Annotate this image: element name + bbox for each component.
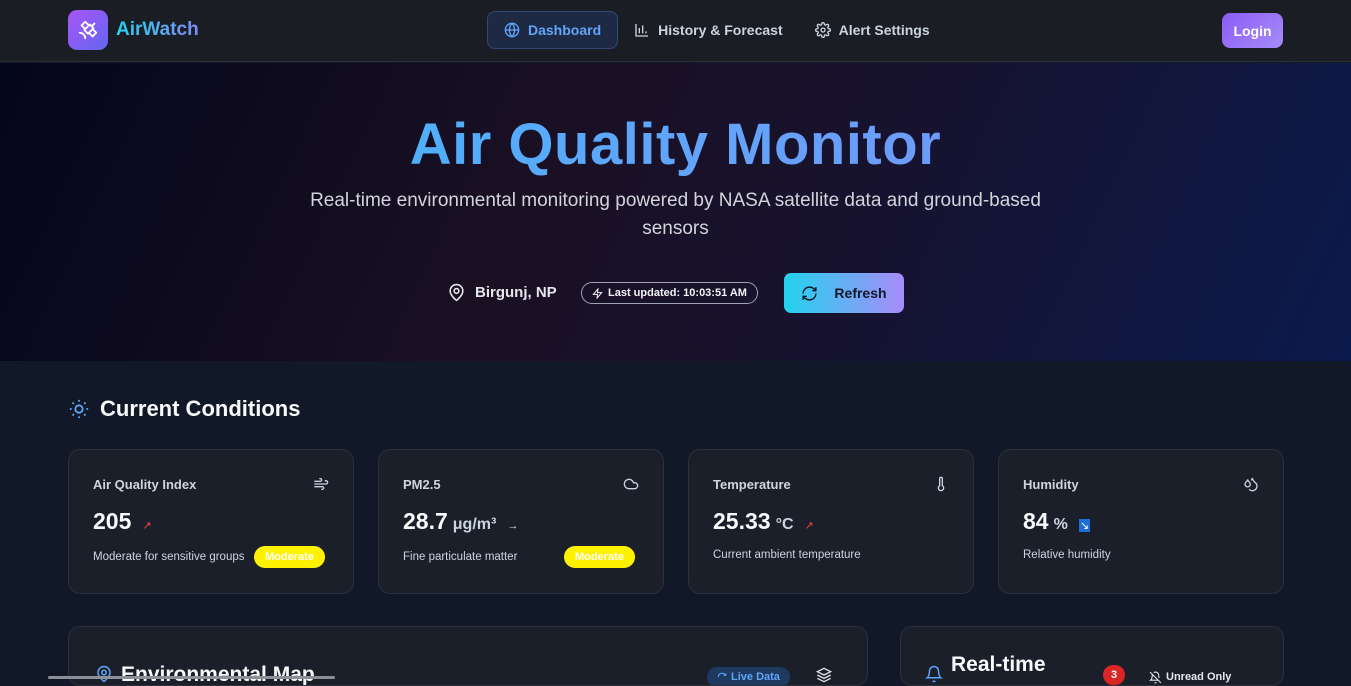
nav-dashboard[interactable]: Dashboard [487, 11, 619, 49]
aqi-value: 205 [93, 508, 132, 534]
card-value: 84 % ↘ [1023, 508, 1091, 535]
current-conditions-heading: Current Conditions [68, 396, 300, 422]
hero-controls: Birgunj, NP Last updated: 10:03:51 AM Re… [0, 273, 1351, 313]
card-description: Current ambient temperature [713, 549, 861, 561]
thermometer-icon [937, 476, 945, 492]
live-data-label: Live Data [731, 671, 780, 683]
login-button[interactable]: Login [1222, 13, 1283, 48]
globe-icon [504, 22, 520, 38]
pm25-card[interactable]: PM2.5 28.7 μg/m³ → Fine particulate matt… [378, 449, 664, 594]
cloud-icon [623, 478, 639, 490]
last-updated-badge: Last updated: 10:03:51 AM [581, 282, 758, 304]
temperature-unit: °C [775, 516, 794, 533]
trend-down-icon: ↘ [1078, 519, 1091, 532]
bar-chart-icon [635, 24, 649, 37]
alert-count-badge: 3 [1103, 665, 1126, 685]
status-badge: Moderate [564, 546, 635, 568]
droplets-icon [1244, 477, 1258, 492]
location-indicator: Birgunj, NP [447, 283, 557, 302]
nav-alert-label: Alert Settings [838, 22, 930, 38]
temperature-card[interactable]: Temperature 25.33 °C ↗ Current ambient t… [688, 449, 974, 594]
hero-section: Air Quality Monitor Real-time environmen… [0, 63, 1351, 361]
bell-off-icon [1149, 671, 1162, 683]
refresh-icon [802, 285, 818, 301]
temperature-value: 25.33 [713, 508, 771, 534]
card-value: 28.7 μg/m³ → [403, 508, 518, 535]
live-data-badge: Live Data [707, 667, 790, 685]
card-description: Moderate for sensitive groups [93, 551, 245, 563]
humidity-value: 84 [1023, 508, 1049, 534]
hero-subtitle: Real-time environmental monitoring power… [310, 190, 1041, 239]
nav-dashboard-label: Dashboard [528, 22, 602, 38]
layers-icon[interactable] [816, 667, 832, 683]
location-name: Birgunj, NP [475, 284, 557, 301]
trend-up-icon: ↗ [142, 520, 152, 532]
card-description: Relative humidity [1023, 549, 1111, 561]
realtime-alerts-panel: Real-time 3 Unread Only [900, 626, 1284, 686]
pm25-unit: μg/m³ [452, 516, 497, 533]
pm25-value: 28.7 [403, 508, 448, 534]
realtime-alerts-title: Real-time [951, 653, 1046, 676]
brand-name: AirWatch [116, 19, 199, 40]
refresh-button[interactable]: Refresh [784, 273, 904, 313]
gear-icon [814, 22, 831, 38]
trend-flat-icon: → [507, 520, 519, 532]
card-label: Temperature [713, 477, 791, 492]
current-conditions-title: Current Conditions [100, 396, 301, 421]
last-updated-text: Last updated: 10:03:51 AM [608, 287, 747, 299]
card-label: PM2.5 [403, 477, 441, 492]
zap-icon [592, 287, 603, 299]
map-pin-icon [97, 665, 111, 683]
top-navbar: AirWatch Dashboard History & Forecast Al… [0, 0, 1351, 62]
trend-up-icon: ↗ [804, 520, 814, 532]
nav-links: Dashboard History & Forecast Alert Setti… [487, 11, 946, 49]
nav-history-forecast[interactable]: History & Forecast [618, 11, 798, 49]
humidity-card[interactable]: Humidity 84 % ↘ Relative humidity [998, 449, 1284, 594]
wind-icon [314, 478, 329, 490]
satellite-logo-icon [68, 10, 108, 50]
unread-only-label: Unread Only [1166, 671, 1232, 683]
map-pin-icon [449, 283, 464, 302]
refresh-icon [717, 672, 727, 678]
unread-only-toggle[interactable]: Unread Only [1139, 667, 1241, 685]
status-badge: Moderate [254, 546, 325, 568]
card-label: Air Quality Index [93, 477, 197, 492]
nav-history-label: History & Forecast [658, 22, 783, 38]
nav-alert-settings[interactable]: Alert Settings [799, 11, 946, 49]
brand[interactable]: AirWatch [68, 10, 199, 50]
humidity-unit: % [1053, 516, 1068, 533]
card-description: Fine particulate matter [403, 551, 518, 563]
aqi-card[interactable]: Air Quality Index 205 ↗ Moderate for sen… [68, 449, 354, 594]
page-title: Air Quality Monitor [0, 111, 1351, 178]
sun-icon [69, 399, 89, 419]
card-value: 205 ↗ [93, 508, 152, 535]
environmental-map-title: Environmental Map [121, 663, 315, 686]
bell-icon [925, 665, 943, 683]
card-value: 25.33 °C ↗ [713, 508, 814, 535]
refresh-label: Refresh [834, 285, 887, 301]
card-label: Humidity [1023, 477, 1079, 492]
